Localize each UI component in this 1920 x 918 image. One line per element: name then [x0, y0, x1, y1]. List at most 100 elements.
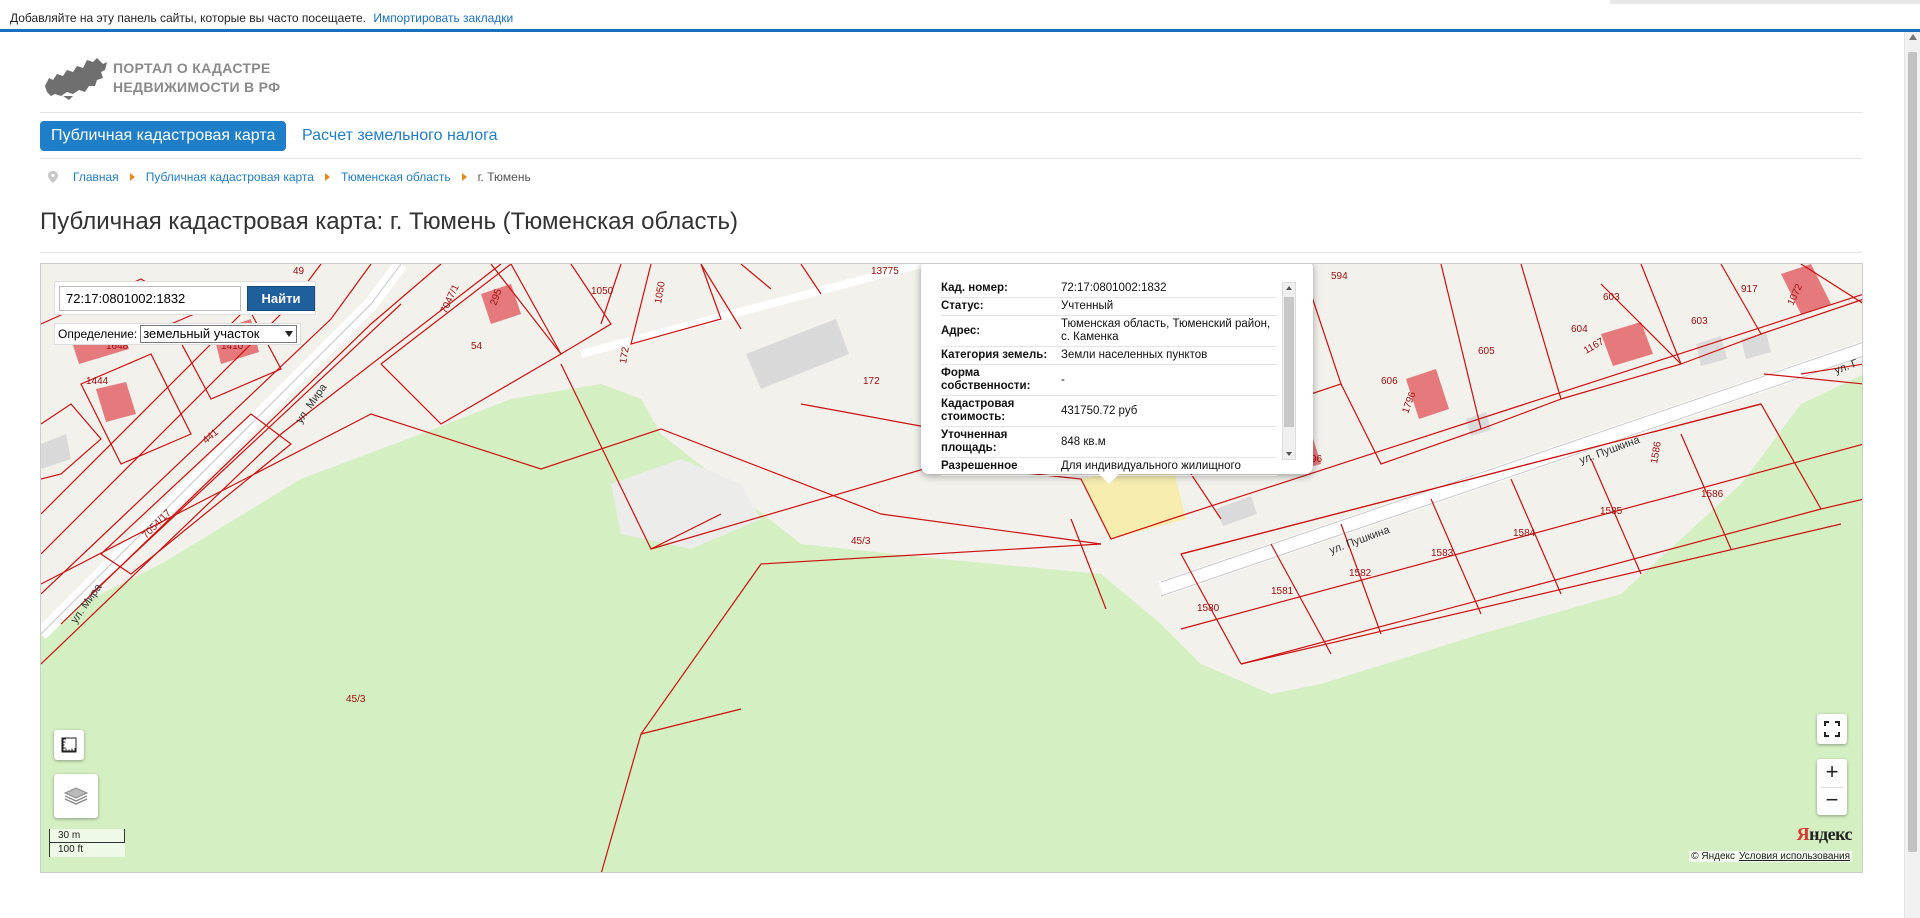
nav-public-cadastral-map[interactable]: Публичная кадастровая карта: [40, 121, 287, 151]
divider: [40, 158, 1862, 159]
zoom-control: + −: [1817, 759, 1847, 815]
popup-scrollbar-thumb[interactable]: [1284, 297, 1294, 427]
parcel-label: 594: [1331, 271, 1348, 282]
breadcrumb-arrow-icon: [129, 173, 135, 181]
breadcrumb-home[interactable]: Главная: [73, 170, 119, 184]
popup-row: Кад. номер: 72:17:0801002:1832: [941, 280, 1277, 298]
find-button[interactable]: Найти: [247, 286, 315, 311]
popup-row-key: Форма собственности:: [941, 364, 1061, 396]
fullscreen-button[interactable]: [1817, 714, 1847, 744]
parcel-label: 605: [1478, 346, 1495, 357]
logo-text[interactable]: ПОРТАЛ О КАДАСТРЕ НЕДВИЖИМОСТИ В РФ: [113, 59, 280, 97]
layers-icon: [63, 787, 89, 805]
fullscreen-icon: [1824, 721, 1840, 737]
ruler-tool-button[interactable]: [54, 730, 84, 760]
parcel-label: 45/3: [851, 536, 871, 547]
location-pin-icon: [48, 171, 58, 183]
parcel-label: 604: [1571, 324, 1588, 335]
popup-row: Уточненная площадь: 848 кв.м: [941, 426, 1277, 458]
copyright-owner: © Яндекс: [1691, 851, 1735, 862]
parcel-info-table: Кад. номер: 72:17:0801002:1832 Статус: Учте…: [941, 280, 1277, 476]
popup-row-value: Учтенный: [1061, 297, 1277, 316]
popup-row-key: Кадастровая стоимость:: [941, 395, 1061, 427]
definition-selector: Определение: земельный участок: [54, 323, 302, 345]
parcel-label: 172: [863, 376, 880, 387]
terms-of-use-link[interactable]: Условия использования: [1739, 851, 1850, 862]
popup-row-key: Уточненная площадь:: [941, 426, 1061, 458]
chevron-down-icon: [285, 331, 294, 337]
cadastral-search-box: Найти: [54, 281, 316, 315]
popup-row-value: Тюменская область, Тюменский район, с. К…: [1061, 315, 1277, 347]
popup-pointer: [1099, 474, 1119, 484]
popup-scrollbar[interactable]: [1282, 282, 1296, 460]
scroll-up-arrow-icon[interactable]: [1909, 34, 1917, 40]
parcel-label: 1585: [1600, 506, 1623, 517]
import-bookmarks-link[interactable]: Импортировать закладки: [373, 11, 513, 25]
scroll-up-arrow-icon[interactable]: [1286, 286, 1292, 290]
popup-row-key: Разрешенное: [941, 457, 1061, 476]
bookmarks-hint-text: Добавляйте на эту панель сайты, которые …: [10, 11, 366, 25]
definition-select[interactable]: земельный участок: [140, 325, 298, 343]
popup-row-value: 72:17:0801002:1832: [1061, 280, 1277, 298]
zoom-in-button[interactable]: +: [1817, 759, 1847, 787]
parcel-label: 1050: [591, 286, 614, 297]
logo-line1: ПОРТАЛ О КАДАСТРЕ: [113, 60, 271, 76]
map-copyright: © Яндекс Условия использования: [1689, 851, 1852, 862]
parcel-label: 1582: [1349, 568, 1372, 579]
popup-row-key: Кад. номер:: [941, 280, 1061, 298]
parcel-label: 1584: [1513, 528, 1536, 539]
popup-row-value: Для индивидуального жилищного: [1061, 457, 1277, 476]
cadastral-map[interactable]: 1050 1050 54 172 172 45/3 45/3 441 7054/…: [40, 263, 1863, 873]
popup-row: Адрес: Тюменская область, Тюменский район…: [941, 315, 1277, 347]
divider: [40, 252, 1862, 253]
popup-row-value: -: [1061, 364, 1277, 396]
definition-selected: земельный участок: [143, 326, 260, 341]
breadcrumb: Главная Публичная кадастровая карта Тюме…: [48, 170, 531, 184]
popup-row-value: Земли населенных пунктов: [1061, 346, 1277, 365]
logo-line2: НЕДВИЖИМОСТИ В РФ: [113, 79, 281, 95]
layers-button[interactable]: [54, 774, 98, 818]
bookmarks-bar: Добавляйте на эту панель сайты, которые …: [0, 0, 1920, 32]
breadcrumb-public-map[interactable]: Публичная кадастровая карта: [146, 170, 314, 184]
definition-label: Определение:: [58, 327, 138, 341]
popup-row-value: 848 кв.м: [1061, 426, 1277, 458]
popup-row: Форма собственности: -: [941, 364, 1277, 396]
scrollbar-thumb[interactable]: [1908, 52, 1917, 852]
parcel-label: 1580: [1197, 603, 1220, 614]
zoom-out-button[interactable]: −: [1817, 787, 1847, 815]
russia-map-logo-icon[interactable]: [43, 56, 109, 100]
scale-metric: 30 m: [49, 829, 125, 843]
cadastral-number-input[interactable]: [59, 286, 241, 311]
yandex-logo-rest: ндекс: [1809, 824, 1852, 844]
nav-land-tax-calculator[interactable]: Расчет земельного налога: [302, 121, 498, 151]
popup-row-key: Адрес:: [941, 315, 1061, 347]
breadcrumb-region[interactable]: Тюменская область: [341, 170, 451, 184]
popup-row-value: 431750.72 руб: [1061, 395, 1277, 427]
popup-row-key: Статус:: [941, 297, 1061, 316]
parcel-label: 54: [471, 341, 483, 352]
parcel-label: 49: [293, 266, 305, 277]
yandex-logo-first-letter: Я: [1796, 824, 1810, 844]
map-scale: 30 m 100 ft: [49, 829, 125, 857]
breadcrumb-current: г. Тюмень: [477, 170, 531, 184]
parcel-label: 45/3: [346, 694, 366, 705]
parcel-label: 917: [1741, 284, 1758, 295]
parcel-label: 1586: [1701, 489, 1724, 500]
parcel-label: 603: [1691, 316, 1708, 327]
popup-row-key: Категория земель:: [941, 346, 1061, 365]
parcel-label: 606: [1381, 376, 1398, 387]
scroll-down-arrow-icon[interactable]: [1286, 452, 1292, 456]
yandex-logo[interactable]: Яндекс: [1796, 824, 1853, 845]
parcel-label: 13775: [871, 266, 899, 277]
bookmarks-bar-divider: [1610, 0, 1920, 4]
parcel-label: 1581: [1271, 586, 1294, 597]
page-scrollbar[interactable]: [1904, 32, 1920, 918]
parcel-label: 1583: [1431, 548, 1454, 559]
popup-row: Статус: Учтенный: [941, 297, 1277, 316]
popup-row: Кадастровая стоимость: 431750.72 руб: [941, 395, 1277, 427]
page-title: Публичная кадастровая карта: г. Тюмень (…: [40, 208, 738, 235]
breadcrumb-arrow-icon: [324, 173, 330, 181]
ruler-icon: [61, 737, 77, 753]
parcel-label: 603: [1603, 292, 1620, 303]
parcel-label: 1444: [86, 376, 109, 387]
